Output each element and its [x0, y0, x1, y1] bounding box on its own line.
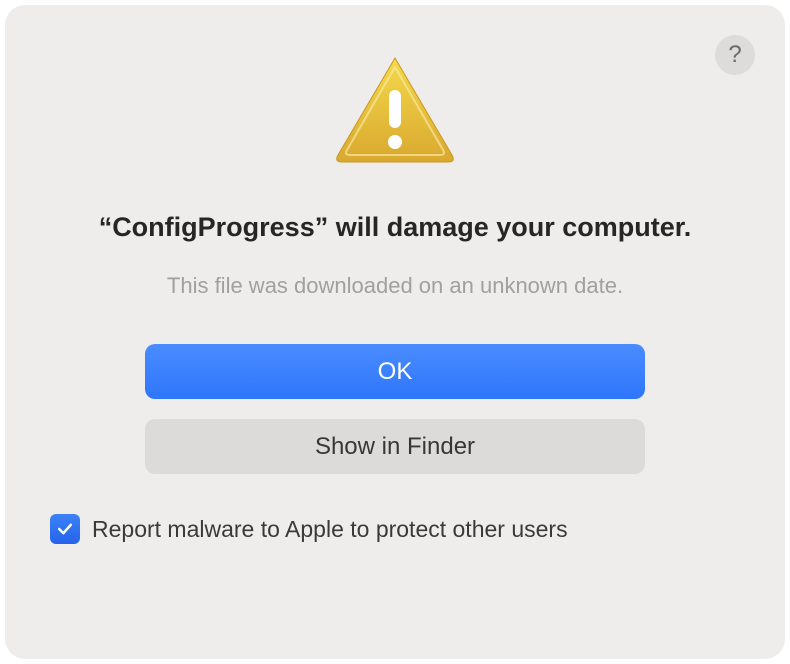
show-in-finder-label: Show in Finder — [315, 433, 475, 461]
report-malware-checkbox[interactable] — [50, 514, 80, 544]
dialog-subtitle: This file was downloaded on an unknown d… — [167, 273, 623, 299]
warning-icon — [330, 50, 460, 175]
ok-button-label: OK — [378, 358, 413, 386]
help-icon: ? — [728, 41, 741, 69]
ok-button[interactable]: OK — [145, 344, 645, 399]
show-in-finder-button[interactable]: Show in Finder — [145, 419, 645, 474]
dialog-title: “ConfigProgress” will damage your comput… — [99, 210, 692, 245]
checkmark-icon — [55, 519, 75, 539]
report-malware-label: Report malware to Apple to protect other… — [92, 516, 568, 543]
help-button[interactable]: ? — [715, 35, 755, 75]
report-malware-row: Report malware to Apple to protect other… — [45, 514, 568, 544]
alert-dialog: ? “ConfigProgress” will damage your comp… — [5, 5, 785, 659]
